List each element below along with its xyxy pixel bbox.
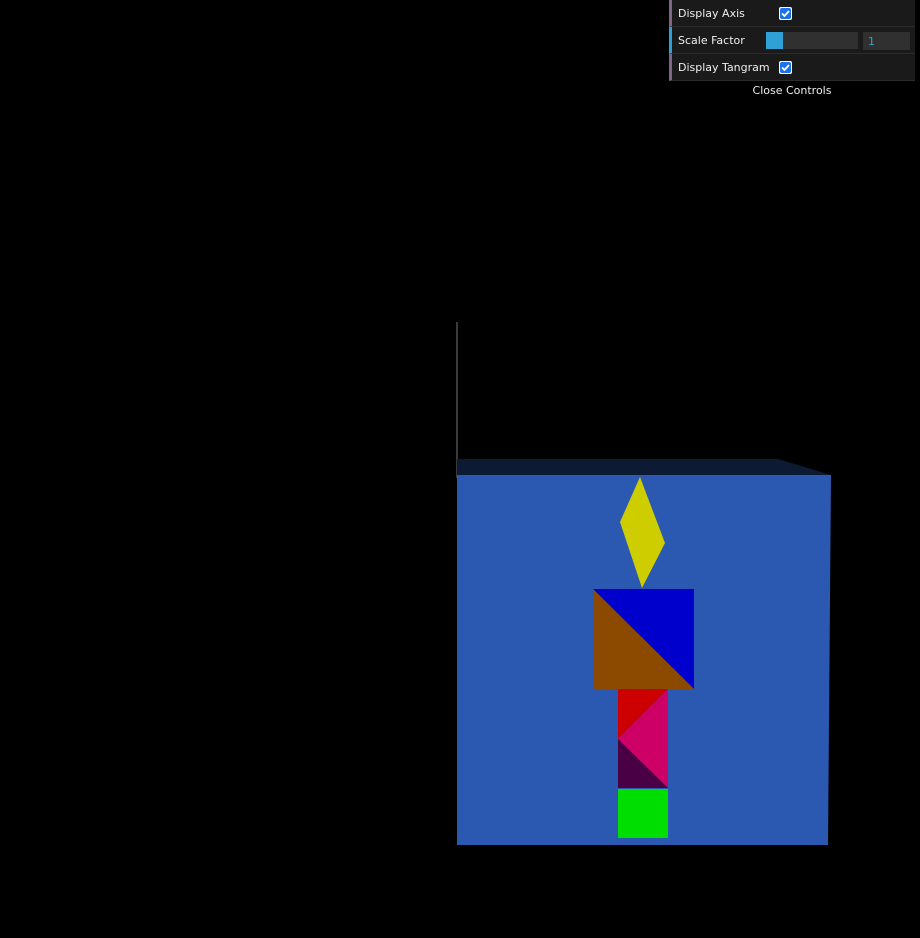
scale-factor-label: Scale Factor xyxy=(678,34,745,47)
display-axis-checkbox[interactable] xyxy=(779,7,792,20)
scale-factor-slider[interactable] xyxy=(766,32,858,49)
display-tangram-label: Display Tangram xyxy=(678,61,770,74)
tangram-scene xyxy=(456,322,831,845)
scale-factor-input[interactable]: 1 xyxy=(863,32,910,50)
tangram-square-green xyxy=(618,789,668,838)
webgl-canvas[interactable] xyxy=(0,0,920,938)
scale-factor-slider-fill xyxy=(766,32,783,49)
display-axis-row[interactable]: Display Axis xyxy=(669,0,915,27)
checkmark-icon xyxy=(781,10,790,18)
display-tangram-checkbox[interactable] xyxy=(779,61,792,74)
scale-factor-row: Scale Factor 1 xyxy=(669,27,915,54)
display-axis-label: Display Axis xyxy=(678,7,745,20)
controls-panel: Display Axis Scale Factor 1 Display Tang… xyxy=(669,0,915,101)
checkmark-icon xyxy=(781,64,790,72)
display-tangram-row[interactable]: Display Tangram xyxy=(669,54,915,81)
board-top-face xyxy=(457,459,831,475)
close-controls-button[interactable]: Close Controls xyxy=(669,81,915,101)
